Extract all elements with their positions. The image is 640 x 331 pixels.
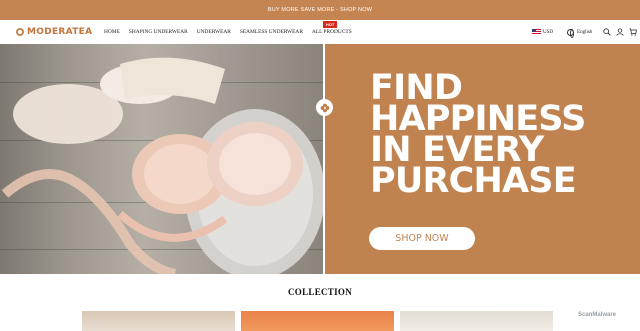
flag-us-icon[interactable] bbox=[532, 29, 541, 35]
collection-card[interactable] bbox=[82, 311, 235, 331]
nav-item-underwear[interactable]: UNDERWEAR bbox=[197, 29, 231, 35]
site-header: MODERATEA HOME SHAPING UNDERWEAR UNDERWE… bbox=[0, 20, 640, 44]
hero-image[interactable] bbox=[0, 44, 323, 274]
currency-selector[interactable]: USD bbox=[543, 30, 553, 35]
lingerie-illustration bbox=[1, 57, 323, 274]
nav-item-all-products[interactable]: ALL PRODUCTS HOT bbox=[311, 21, 352, 35]
logo-icon bbox=[16, 28, 24, 36]
nav-item-shaping-underwear[interactable]: SHAPING UNDERWEAR bbox=[129, 29, 188, 35]
main-nav: HOME SHAPING UNDERWEAR UNDERWEAR SEAMLES… bbox=[104, 20, 361, 44]
headline-line: PURCHASE bbox=[370, 161, 577, 201]
hot-badge: HOT bbox=[322, 21, 338, 28]
collection-card[interactable] bbox=[400, 311, 553, 331]
header-utilities: USD English bbox=[532, 20, 637, 44]
logo[interactable]: MODERATEA bbox=[16, 26, 92, 38]
account-icon[interactable] bbox=[615, 28, 624, 37]
announcement-text[interactable]: BUY MORE SAVE MORE - SHOP NOW bbox=[268, 7, 372, 13]
watermark: ScanMalware bbox=[578, 312, 617, 318]
announcement-bar[interactable]: BUY MORE SAVE MORE - SHOP NOW bbox=[0, 0, 640, 20]
language-selector[interactable]: English bbox=[577, 30, 592, 35]
cart-icon[interactable] bbox=[628, 28, 637, 37]
collection-title: COLLECTION bbox=[287, 287, 352, 297]
nav-item-home[interactable]: HOME bbox=[104, 29, 120, 35]
globe-icon[interactable] bbox=[567, 28, 575, 38]
shop-now-button[interactable]: SHOP NOW bbox=[369, 227, 475, 250]
search-icon[interactable] bbox=[602, 28, 611, 37]
nav-item-seamless-underwear[interactable]: SEAMLESS UNDERWEAR bbox=[240, 29, 303, 35]
hero-headline: FIND HAPPINESS IN EVERY PURCHASE bbox=[370, 71, 610, 201]
nav-item-all-products-label: ALL PRODUCTS bbox=[311, 29, 352, 35]
collection-card[interactable] bbox=[241, 311, 394, 331]
flower-icon bbox=[316, 99, 333, 116]
logo-text: MODERATEA bbox=[27, 27, 93, 37]
